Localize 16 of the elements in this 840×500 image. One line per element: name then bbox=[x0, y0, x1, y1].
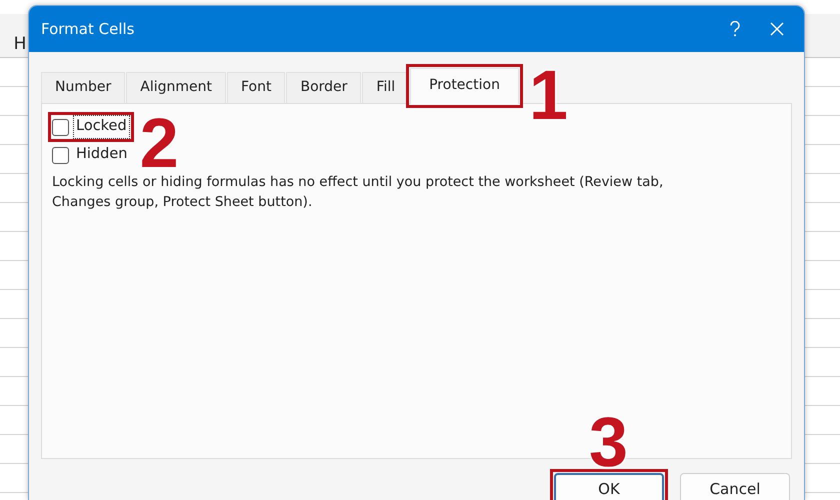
help-icon[interactable] bbox=[730, 21, 740, 37]
step-number: 1 bbox=[528, 60, 568, 130]
dialog-title: Format Cells bbox=[41, 18, 134, 40]
tab[interactable]: Alignment bbox=[126, 72, 226, 103]
checkbox[interactable] bbox=[52, 118, 69, 136]
protection-note: Locking cells or hiding formulas has no effect until you protect the worksheet (Review tab, Changes group, Protect Sheet button). bbox=[52, 173, 664, 212]
checkbox[interactable] bbox=[52, 146, 69, 164]
tab[interactable]: Protection bbox=[410, 68, 519, 104]
checkbox-label: Hidden bbox=[75, 145, 128, 164]
tab[interactable]: Font bbox=[226, 72, 286, 103]
tab[interactable]: Number bbox=[41, 72, 126, 103]
close-icon[interactable] bbox=[770, 22, 784, 36]
tab[interactable]: Border bbox=[286, 72, 362, 103]
checkbox-label: Locked bbox=[73, 115, 130, 139]
cancel-button[interactable]: Cancel bbox=[680, 473, 790, 500]
ok-button[interactable]: OK bbox=[554, 473, 664, 500]
